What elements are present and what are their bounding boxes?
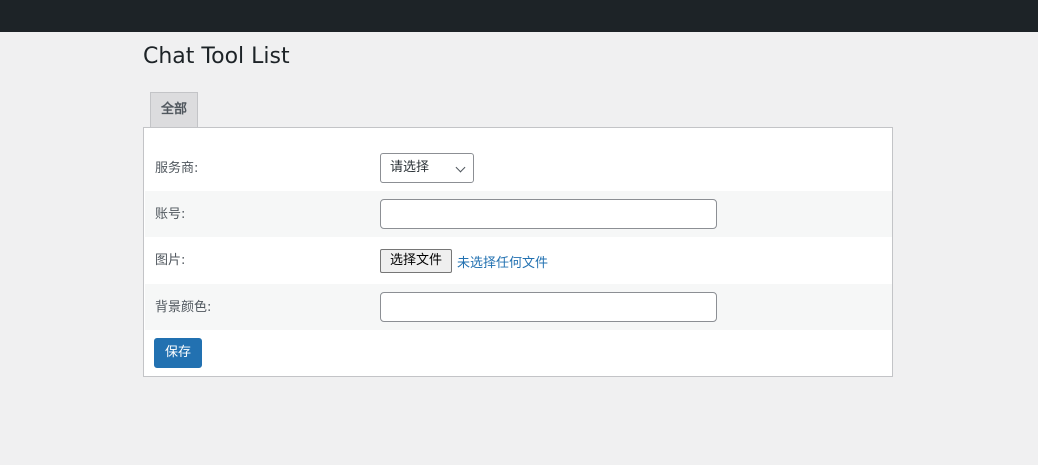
provider-selected-value: 请选择 bbox=[390, 160, 430, 175]
background-color-input[interactable] bbox=[380, 292, 717, 322]
account-input[interactable] bbox=[380, 199, 717, 229]
form-row-image: 图片: 选择文件 未选择任何文件 bbox=[145, 237, 892, 283]
image-label: 图片: bbox=[155, 253, 186, 268]
settings-panel: 服务商: 请选择 账号: 图片: 选择文件 未选择任何文件 背景颜色: 保存 bbox=[143, 127, 893, 377]
tab-all[interactable]: 全部 bbox=[150, 92, 198, 128]
admin-bar bbox=[0, 0, 1038, 32]
provider-select[interactable]: 请选择 bbox=[380, 153, 474, 183]
file-status-text: 未选择任何文件 bbox=[457, 256, 549, 271]
account-label: 账号: bbox=[155, 207, 186, 222]
chevron-down-icon bbox=[455, 162, 466, 173]
background-color-label: 背景颜色: bbox=[155, 300, 212, 315]
form-row-provider: 服务商: 请选择 bbox=[145, 145, 892, 191]
choose-file-button[interactable]: 选择文件 bbox=[380, 249, 452, 273]
page-title: Chat Tool List bbox=[143, 44, 290, 69]
form-row-account: 账号: bbox=[145, 191, 892, 237]
provider-label: 服务商: bbox=[155, 161, 199, 176]
form-row-background-color: 背景颜色: bbox=[145, 284, 892, 330]
save-button[interactable]: 保存 bbox=[154, 338, 202, 368]
